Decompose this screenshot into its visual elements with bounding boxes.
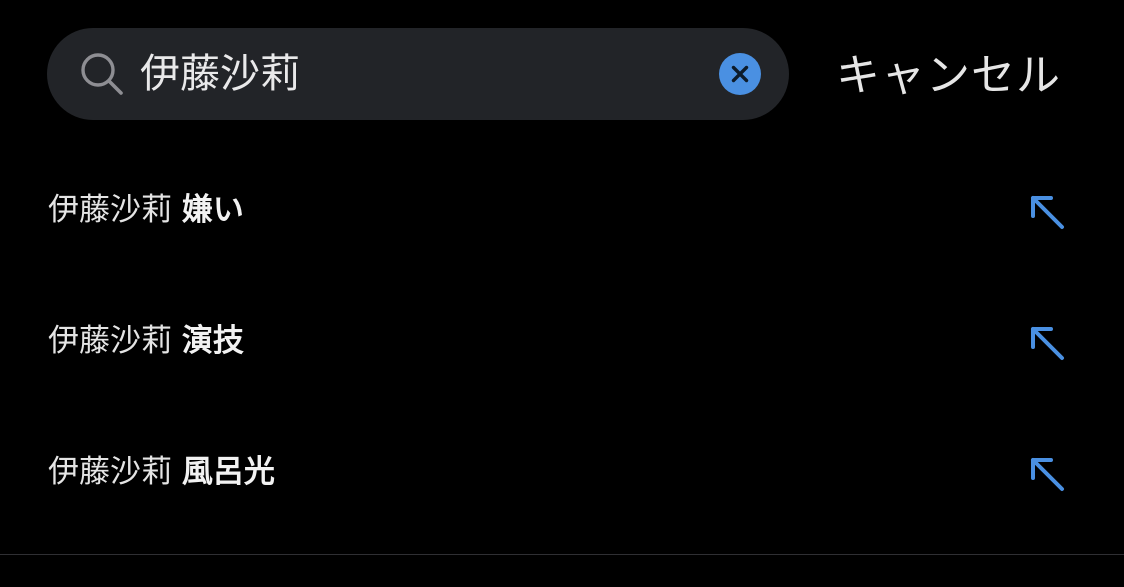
suggestion-list: 伊藤沙莉 嫌い 伊藤沙莉 演技 伊藤沙莉 風呂光 bbox=[0, 145, 1124, 554]
search-screen: キャンセル 伊藤沙莉 嫌い 伊藤沙莉 演技 伊藤沙莉 風呂光 bbox=[0, 0, 1124, 587]
suggestion-completion: 嫌い bbox=[181, 192, 244, 228]
suggestion-query: 伊藤沙莉 bbox=[48, 454, 172, 490]
suggestion-item[interactable]: 伊藤沙莉 嫌い bbox=[0, 145, 1124, 276]
suggestion-completion: 演技 bbox=[181, 323, 244, 359]
divider bbox=[0, 554, 1124, 555]
suggestion-text: 伊藤沙莉 風呂光 bbox=[48, 407, 275, 538]
suggestion-query: 伊藤沙莉 bbox=[48, 192, 172, 228]
clear-icon bbox=[719, 53, 761, 95]
arrow-up-left-icon[interactable] bbox=[1024, 320, 1068, 364]
suggestion-item[interactable]: 伊藤沙莉 演技 bbox=[0, 276, 1124, 407]
suggestion-completion: 風呂光 bbox=[181, 454, 275, 490]
suggestion-text: 伊藤沙莉 嫌い bbox=[48, 145, 244, 276]
arrow-up-left-icon[interactable] bbox=[1024, 451, 1068, 495]
search-input[interactable] bbox=[140, 46, 700, 102]
clear-search-button[interactable] bbox=[718, 52, 762, 96]
arrow-up-left-icon[interactable] bbox=[1024, 189, 1068, 233]
search-icon bbox=[80, 52, 124, 96]
cancel-button[interactable]: キャンセル bbox=[836, 44, 1061, 108]
suggestion-text: 伊藤沙莉 演技 bbox=[48, 276, 244, 407]
suggestion-query: 伊藤沙莉 bbox=[48, 323, 172, 359]
suggestion-item[interactable]: 伊藤沙莉 風呂光 bbox=[0, 407, 1124, 538]
